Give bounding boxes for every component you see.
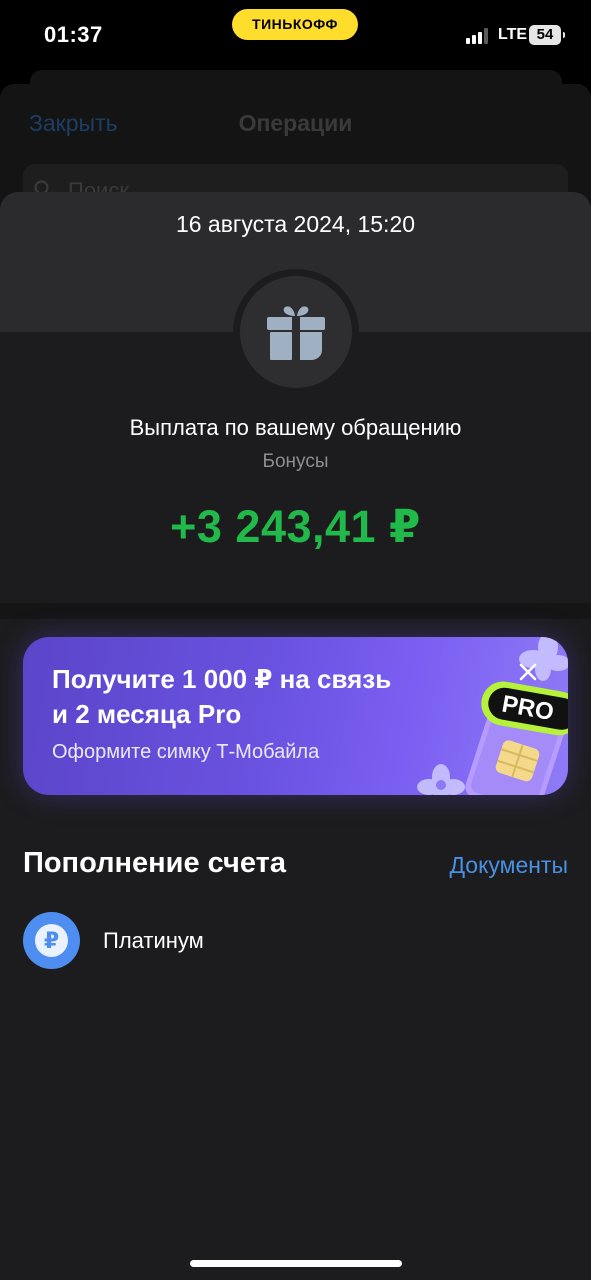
promo-banner[interactable]: Получите 1 000 ₽ на связь и 2 месяца Pro… (23, 637, 568, 795)
battery-icon: 54 (529, 25, 565, 45)
ruble-icon: ₽ (35, 924, 68, 957)
operation-sheet: 16 августа 2024, 15:20 Выплата по вашему… (0, 192, 591, 1280)
operation-date: 16 августа 2024, 15:20 (175, 211, 416, 237)
status-time: 01:37 (44, 22, 103, 47)
account-icon[interactable]: ₽ (23, 912, 80, 969)
signal-icon (466, 28, 492, 44)
documents-link[interactable]: Документы (449, 852, 568, 879)
account-name[interactable]: Платинум (103, 928, 204, 954)
network-type: LTE (498, 26, 528, 43)
background-title: Операции (238, 110, 353, 136)
section-divider (0, 603, 591, 619)
sim-card-illustration: PRO (417, 637, 568, 795)
status-bar: 01:37 ТИНЬКОФФ LTE 54 (0, 0, 591, 70)
section-title: Пополнение счета (23, 847, 286, 879)
promo-subtitle: Оформите симку Т-Мобайла (52, 741, 320, 763)
operation-title: Выплата по вашему обращению (129, 415, 462, 440)
carrier-badge: ТИНЬКОФФ (232, 9, 358, 40)
operation-amount: +3 243,41 ₽ (170, 501, 421, 552)
gift-icon (267, 306, 325, 360)
operation-category: Бонусы (262, 451, 329, 472)
close-icon[interactable] (517, 661, 539, 683)
home-indicator[interactable] (190, 1260, 402, 1267)
